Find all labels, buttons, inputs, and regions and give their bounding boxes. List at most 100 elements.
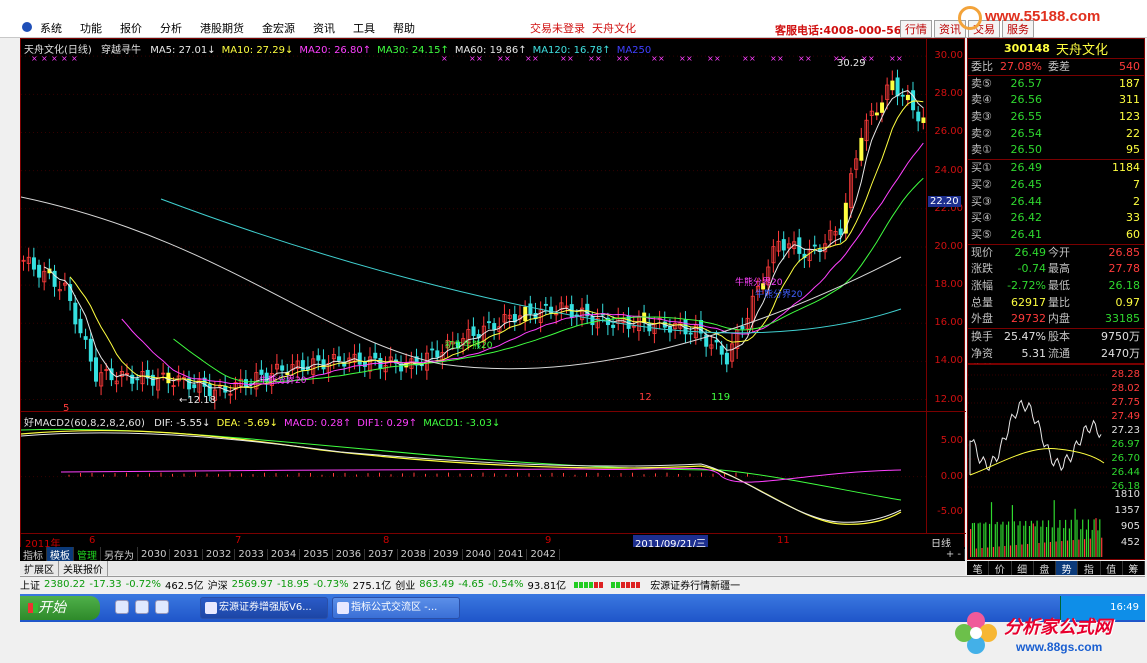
zoom-controls[interactable]: + - <box>943 548 965 560</box>
intraday-volume-bar <box>1004 545 1006 557</box>
intraday-price-tick: 26.70 <box>1111 453 1140 464</box>
price-tick-label: 14.00 <box>934 355 963 367</box>
quick-launch-icon[interactable] <box>115 600 129 614</box>
stat-label: 外盘 <box>971 312 993 326</box>
side-tab[interactable]: 值 <box>1101 561 1123 576</box>
price-plot[interactable]: × × × × × × × × × × × × × × × × × × × × × × × × × × × × × × × × × × × ×30.2… <box>21 39 926 411</box>
formula-tab[interactable]: 2042 <box>527 548 560 560</box>
intraday-volume-bar <box>1101 537 1103 557</box>
quote-stats: 现价 26.49 今开 26.85 涨跌 -0.74 最高 27.78 涨幅 -2.72% 最低 26… <box>968 243 1144 328</box>
stat-value: 25.47% <box>1004 330 1046 343</box>
formula-tab[interactable]: 2032 <box>203 548 236 560</box>
quick-launch-icon[interactable] <box>135 600 149 614</box>
cy-amount: 93.81亿 <box>527 581 567 592</box>
side-tab[interactable]: 细 <box>1012 561 1034 576</box>
candle-body <box>895 77 900 97</box>
menu-help[interactable]: 帮助 <box>393 20 415 36</box>
intraday-volume-bar <box>992 546 994 557</box>
quick-launch <box>115 600 169 614</box>
intraday-volume-bar <box>1084 539 1086 557</box>
news-ticker[interactable]: 宏源证券行情新疆一 <box>650 577 740 592</box>
formula-tab[interactable]: 指标 <box>20 546 47 562</box>
stat-row: 涨幅 -2.72% 最低 26.18 <box>968 278 1144 295</box>
brand-logo-icon <box>958 6 982 30</box>
date-label: 9 <box>545 535 552 546</box>
side-tab[interactable]: 笔 <box>967 561 990 576</box>
formula-tab[interactable]: 另存为 <box>101 546 138 562</box>
task-forum[interactable]: 指标公式交流区 -... <box>332 597 460 619</box>
candle-body <box>523 306 528 322</box>
intraday-volume-bar <box>1095 518 1097 557</box>
formula-tab[interactable]: 2041 <box>495 548 528 560</box>
price-panel[interactable]: × × × × × × × × × × × × × × × × × × × × × × × × × × × × × × × × × × × × 30.2… <box>21 39 966 411</box>
candle-body <box>590 316 595 326</box>
weicha-value: 540 <box>1119 60 1140 73</box>
menu-function[interactable]: 功能 <box>80 20 102 36</box>
sell-orders: 卖⑤ 26.57 187 卖④ 26.56 311 卖③ 26.55 123 卖② 26.54 22 卖… <box>968 74 1144 159</box>
intraday-volume-bar <box>996 521 998 557</box>
intraday-volume-bar <box>1066 540 1069 557</box>
formula-tab[interactable]: 2033 <box>235 548 268 560</box>
menu-hk-futures[interactable]: 港股期货 <box>200 20 244 36</box>
formula-tab[interactable]: 2031 <box>170 548 203 560</box>
formula-tab[interactable]: 2040 <box>463 548 495 560</box>
formula-tab[interactable]: 2035 <box>300 548 333 560</box>
intraday-volume-tick: 905 <box>1120 521 1140 532</box>
stock-name: 天舟文化 <box>1055 43 1108 58</box>
intraday-volume-bar <box>1006 524 1008 557</box>
intraday-volume-bar <box>985 522 987 557</box>
candle-body <box>88 338 93 362</box>
candle-body <box>192 384 197 389</box>
intraday-volume-bar <box>1044 542 1046 557</box>
intraday-volume-bar <box>977 523 979 557</box>
formula-tab[interactable]: 2039 <box>430 548 463 560</box>
side-tab[interactable]: 价 <box>989 561 1012 576</box>
intraday-avg-line <box>969 447 1105 476</box>
menu-news[interactable]: 资讯 <box>313 20 335 36</box>
tab-extended-area[interactable]: 扩展区 <box>20 560 59 576</box>
price-tick-label: 28.00 <box>934 88 963 100</box>
candle-body <box>528 303 533 315</box>
macd-panel[interactable]: 好MACD2(60,8,2,8,2,60) DIF: -5.55↓ DEA: -5… <box>21 411 966 533</box>
macd-plot[interactable] <box>21 412 926 534</box>
candle-body <box>94 357 99 382</box>
side-tab[interactable]: 势 <box>1056 561 1079 576</box>
formula-tab[interactable]: 管理 <box>74 546 101 562</box>
stat-value: 9750万 <box>1101 330 1140 343</box>
formula-tab[interactable]: 2038 <box>398 548 431 560</box>
formula-tab[interactable]: 2034 <box>268 548 301 560</box>
menu-quote[interactable]: 报价 <box>120 20 142 36</box>
menu-analysis[interactable]: 分析 <box>160 20 182 36</box>
candle-body <box>430 348 435 351</box>
formula-tab[interactable]: 模板 <box>47 546 74 562</box>
stat-row: 净资 5.31 流通 2470万 <box>968 346 1144 363</box>
tab-related-quote[interactable]: 关联报价 <box>59 560 108 576</box>
task-hongyuan[interactable]: 宏源证券增强版V6... <box>200 597 328 619</box>
breadth-bars-icon <box>574 581 604 588</box>
intraday-volume-bar <box>1047 520 1050 557</box>
formula-tab[interactable]: 2036 <box>333 548 366 560</box>
signal-marker: × <box>679 54 686 63</box>
quick-launch-icon[interactable] <box>155 600 169 614</box>
site-watermark: 分析家公式网 www.88gs.com <box>950 605 1147 663</box>
order-volume: 7 <box>1133 177 1140 191</box>
side-tab[interactable]: 指 <box>1078 561 1101 576</box>
formula-tab[interactable]: 2030 <box>138 548 171 560</box>
intraday-panel[interactable]: 28.28 28.02 27.75 27.49 27.23 26.97 26.70 26.44… <box>967 364 1145 560</box>
kline-chart[interactable]: × × × × × × × × × × × × × × × × × × × × × × × × × × × × × × × × × × × × 30.2… <box>20 38 966 550</box>
menu-jinhongyuan[interactable]: 金宏源 <box>262 20 295 36</box>
side-tab[interactable]: 盘 <box>1034 561 1056 576</box>
stat-label: 涨幅 <box>971 278 993 292</box>
start-button[interactable]: 开始 <box>20 596 100 620</box>
menu-system[interactable]: 系统 <box>40 20 62 36</box>
browser-icon <box>337 602 349 614</box>
side-tab[interactable]: 筹 <box>1123 561 1145 576</box>
signal-marker: × <box>742 54 749 63</box>
intraday-volume-bar <box>1025 520 1027 557</box>
signal-marker: × <box>686 54 693 63</box>
menu-tools[interactable]: 工具 <box>353 20 375 36</box>
tab-market[interactable]: 行情 <box>900 20 932 38</box>
formula-tab[interactable]: 2037 <box>365 548 398 560</box>
sz-pct: -0.73% <box>313 579 349 590</box>
ma-legend-item: MA60: 19.86↑ <box>454 45 527 56</box>
